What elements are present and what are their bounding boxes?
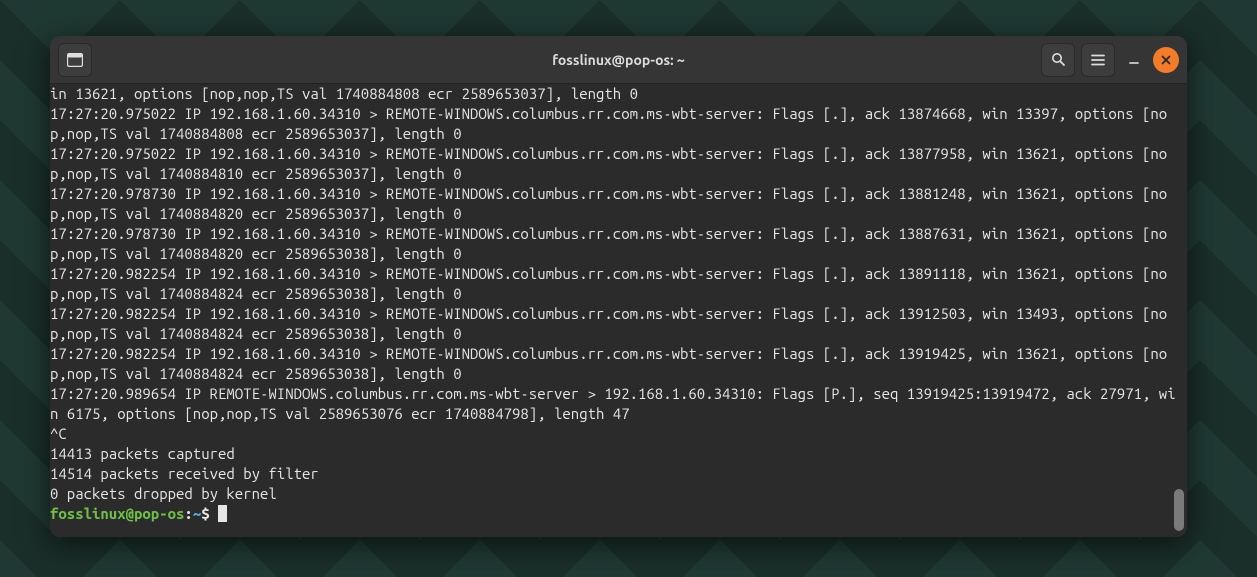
scrollbar[interactable]: [1174, 84, 1184, 537]
terminal-tab-icon: [67, 53, 83, 67]
terminal-content: in 13621, options [nop,nop,TS val 174088…: [50, 84, 1187, 524]
menu-button[interactable]: [1081, 43, 1115, 77]
terminal-window: fosslinux@pop-os: ~: [50, 36, 1187, 537]
minimize-button[interactable]: [1121, 47, 1147, 73]
hamburger-icon: [1091, 54, 1105, 66]
scroll-thumb[interactable]: [1174, 489, 1184, 531]
prompt-user-host: fosslinux@pop-os: [50, 505, 184, 522]
search-icon: [1051, 52, 1066, 67]
text-cursor: [218, 505, 227, 522]
window-title: fosslinux@pop-os: ~: [50, 52, 1187, 68]
minimize-icon: [1128, 54, 1140, 66]
titlebar: fosslinux@pop-os: ~: [50, 36, 1187, 84]
close-icon: [1160, 54, 1172, 66]
prompt-dollar: $: [201, 505, 218, 522]
terminal-output: in 13621, options [nop,nop,TS val 174088…: [50, 85, 1176, 502]
prompt-path: ~: [193, 505, 201, 522]
terminal-body[interactable]: in 13621, options [nop,nop,TS val 174088…: [50, 84, 1187, 537]
new-tab-button[interactable]: [58, 43, 92, 77]
search-button[interactable]: [1041, 43, 1075, 77]
titlebar-right-controls: [1041, 43, 1179, 77]
close-button[interactable]: [1153, 47, 1179, 73]
prompt-separator: :: [184, 505, 192, 522]
